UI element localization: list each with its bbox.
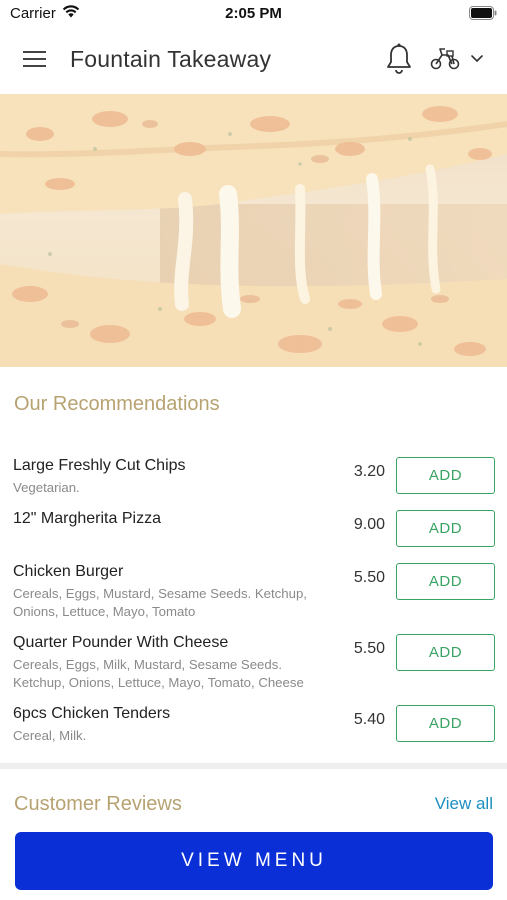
delivery-mode-selector[interactable] [430, 46, 492, 74]
item-price: 5.40 [353, 711, 385, 728]
item-name: 12" Margherita Pizza [13, 510, 161, 527]
item-description: Cereal, Milk. [13, 728, 87, 743]
item-price: 5.50 [353, 640, 385, 657]
status-time: 2:05 PM [225, 5, 282, 22]
bell-icon[interactable] [384, 42, 414, 76]
add-button[interactable]: ADD [396, 457, 495, 494]
status-bar: Carrier 2:05 PM [0, 0, 507, 26]
item-name: 6pcs Chicken Tenders [13, 705, 171, 722]
app-header: Fountain Takeaway [0, 26, 507, 94]
item-name: Quarter Pounder With Cheese [13, 634, 229, 651]
item-price: 3.20 [353, 463, 385, 480]
item-description: Cereals, Eggs, Mustard, Sesame Seeds. Ke… [13, 586, 307, 619]
item-description: Vegetarian. [13, 480, 80, 495]
add-button[interactable]: ADD [396, 705, 495, 742]
view-all-reviews-link[interactable]: View all [435, 794, 493, 814]
hamburger-menu-icon[interactable] [22, 47, 48, 71]
section-divider [0, 763, 507, 769]
battery-icon [469, 6, 497, 20]
scooter-icon [430, 45, 460, 76]
page-title: Fountain Takeaway [70, 46, 272, 72]
hero-image [0, 94, 507, 367]
add-button[interactable]: ADD [396, 563, 495, 600]
item-price: 5.50 [353, 569, 385, 586]
recommendations-heading: Our Recommendations [14, 393, 220, 415]
item-price: 9.00 [353, 516, 385, 533]
item-description: Cereals, Eggs, Milk, Mustard, Sesame See… [13, 657, 304, 690]
item-name: Large Freshly Cut Chips [13, 457, 186, 474]
add-button[interactable]: ADD [396, 634, 495, 671]
reviews-heading: Customer Reviews [14, 793, 182, 815]
item-name: Chicken Burger [13, 563, 124, 580]
add-button[interactable]: ADD [396, 510, 495, 547]
view-menu-button[interactable]: VIEW MENU [15, 832, 493, 890]
chevron-down-icon [470, 51, 484, 69]
